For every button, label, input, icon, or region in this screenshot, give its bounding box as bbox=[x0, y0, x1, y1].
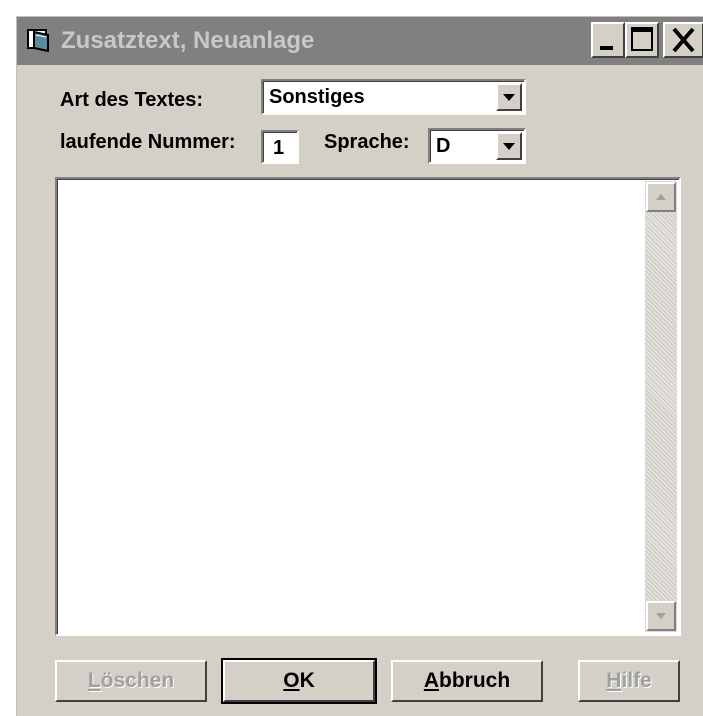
close-icon bbox=[672, 27, 695, 53]
abbruch-button[interactable]: Abbruch bbox=[391, 660, 543, 702]
sprache-dropdown-button[interactable] bbox=[496, 132, 522, 160]
sprache-label: Sprache: bbox=[324, 131, 410, 153]
laufende-nummer-value: 1 bbox=[273, 137, 285, 159]
window-title: Zusatztext, Neuanlage bbox=[61, 27, 315, 54]
laufende-nummer-field[interactable]: 1 bbox=[261, 130, 299, 164]
hilfe-button[interactable]: Hilfe bbox=[578, 660, 680, 702]
hilfe-label: Hilfe bbox=[606, 669, 652, 692]
scroll-down-button[interactable] bbox=[646, 601, 676, 631]
close-button[interactable] bbox=[663, 22, 703, 58]
minimize-button[interactable] bbox=[591, 22, 625, 58]
sprache-select[interactable]: D bbox=[428, 128, 526, 164]
laufende-nummer-label: laufende Nummer: bbox=[60, 131, 236, 153]
abbruch-label: Abbruch bbox=[423, 669, 511, 692]
art-des-textes-select[interactable]: Sonstiges bbox=[261, 79, 526, 115]
maximize-button[interactable] bbox=[625, 22, 659, 58]
scroll-down-arrow-icon bbox=[656, 613, 666, 619]
ok-button[interactable]: OK bbox=[221, 658, 377, 704]
vertical-scrollbar[interactable] bbox=[645, 181, 677, 632]
title-bar[interactable]: Zusatztext, Neuanlage bbox=[17, 17, 703, 65]
scroll-up-button[interactable] bbox=[646, 182, 676, 212]
dropdown-arrow-icon bbox=[503, 94, 515, 101]
zusatztext-textarea[interactable] bbox=[55, 177, 681, 636]
maximize-icon bbox=[631, 27, 653, 51]
dropdown-arrow-icon bbox=[503, 143, 515, 150]
minimize-icon bbox=[600, 46, 613, 50]
loeschen-button[interactable]: Löschen bbox=[55, 660, 207, 702]
art-des-textes-dropdown-button[interactable] bbox=[496, 83, 522, 111]
sprache-value: D bbox=[436, 135, 451, 157]
dialog-window: Zusatztext, Neuanlage Art des Textes: So… bbox=[16, 16, 703, 716]
art-des-textes-value: Sonstiges bbox=[269, 86, 365, 108]
loeschen-label: Löschen bbox=[87, 669, 175, 692]
ok-label: OK bbox=[283, 669, 315, 692]
window-icon bbox=[27, 29, 49, 53]
scroll-up-arrow-icon bbox=[656, 194, 666, 200]
art-des-textes-label: Art des Textes: bbox=[60, 89, 204, 111]
